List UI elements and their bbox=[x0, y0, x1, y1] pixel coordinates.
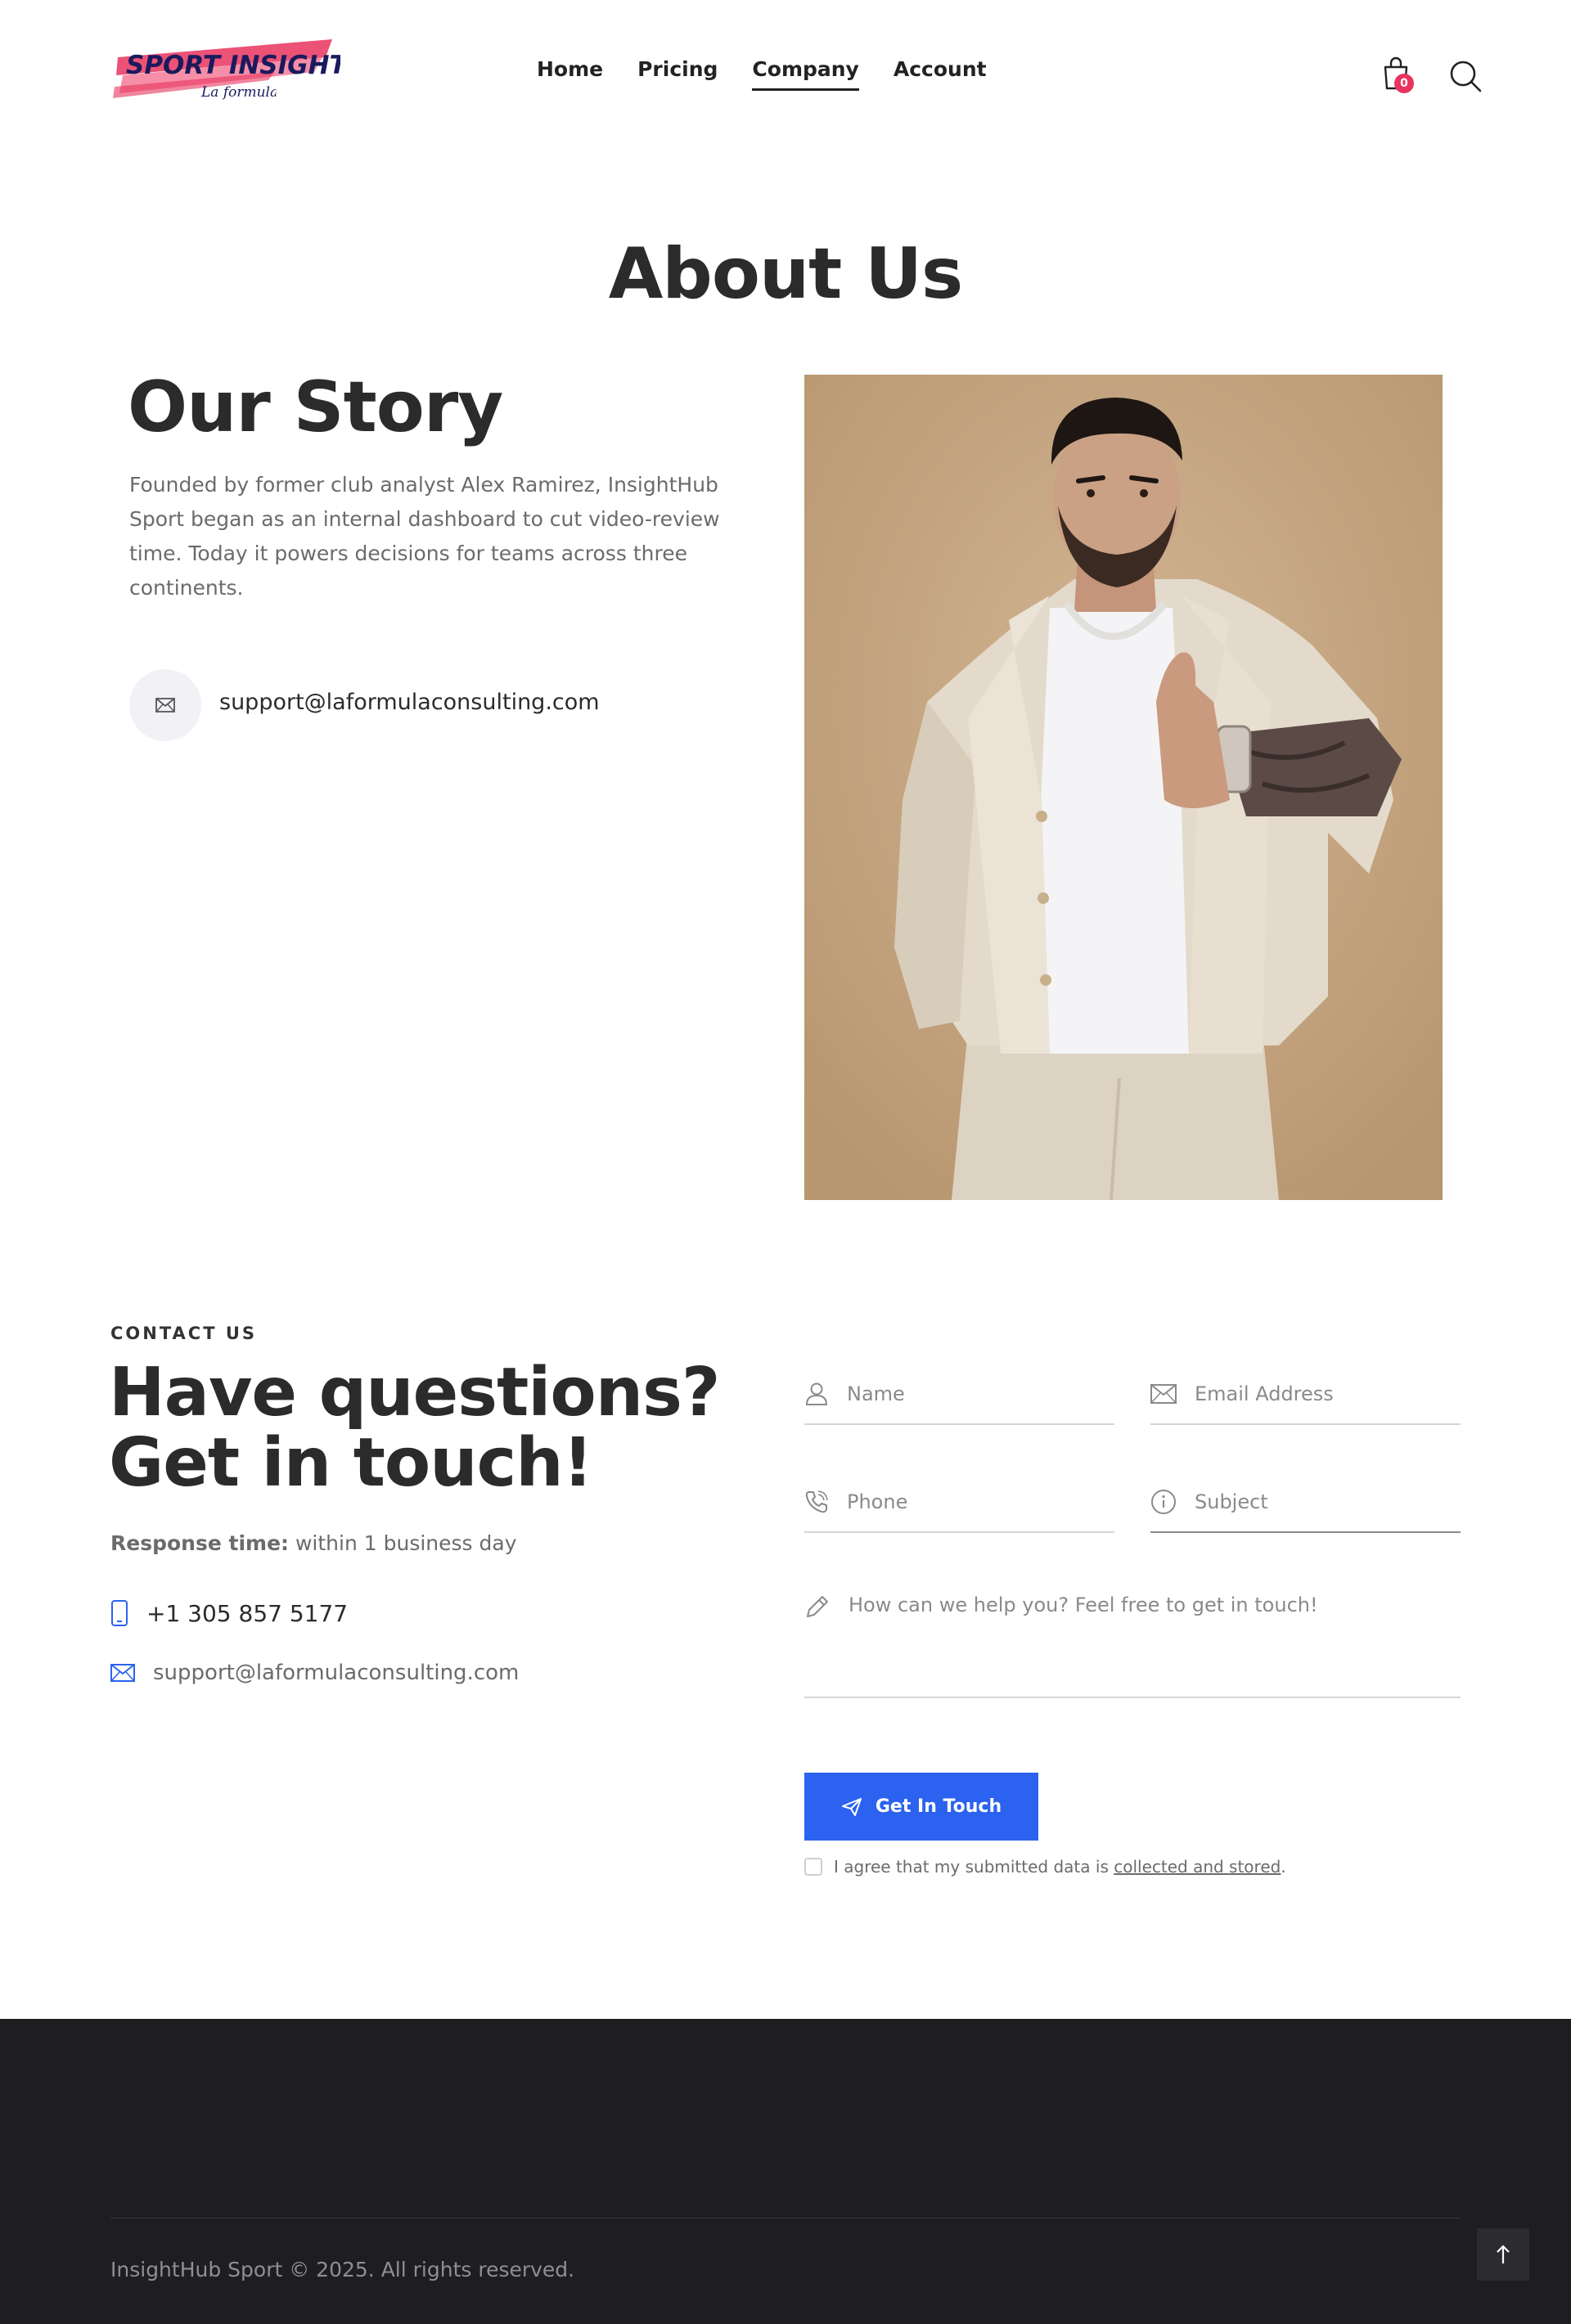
phone-field[interactable]: Phone bbox=[804, 1472, 1114, 1533]
message-field[interactable]: How can we help you? Feel free to get in… bbox=[804, 1579, 1461, 1698]
contact-heading: Have questions? Get in touch! bbox=[109, 1358, 720, 1502]
consent-text-end: . bbox=[1281, 1857, 1286, 1877]
phone-icon bbox=[805, 1490, 828, 1513]
mobile-phone-icon bbox=[111, 1600, 128, 1626]
consent-text: I agree that my submitted data is collec… bbox=[834, 1857, 1286, 1877]
logo-graphic: SPORT INSIGHTS La formula HUB bbox=[113, 39, 365, 101]
site-header: SPORT INSIGHTS La formula HUB Home Prici… bbox=[0, 0, 1571, 147]
arrow-up-icon bbox=[1497, 2245, 1510, 2263]
site-footer: InsightHub Sport © 2025. All rights rese… bbox=[0, 2019, 1571, 2324]
subject-placeholder: Subject bbox=[1195, 1490, 1268, 1513]
contact-heading-line1: Have questions? bbox=[109, 1354, 720, 1432]
logo-tag: HUB bbox=[275, 87, 310, 100]
founder-photo bbox=[804, 375, 1443, 1200]
user-icon bbox=[805, 1382, 828, 1405]
response-time: Response time: within 1 business day bbox=[110, 1531, 517, 1555]
consent-checkbox[interactable] bbox=[804, 1858, 822, 1876]
phone-placeholder: Phone bbox=[847, 1490, 908, 1513]
nav-home[interactable]: Home bbox=[537, 57, 603, 89]
message-placeholder: How can we help you? Feel free to get in… bbox=[849, 1594, 1318, 1616]
response-time-label: Response time: bbox=[110, 1531, 290, 1555]
name-field[interactable]: Name bbox=[804, 1364, 1114, 1425]
consent-row: I agree that my submitted data is collec… bbox=[804, 1857, 1286, 1877]
consent-text-main: I agree that my submitted data is bbox=[834, 1857, 1114, 1877]
story-heading: Our Story bbox=[128, 366, 503, 448]
nav-company[interactable]: Company bbox=[752, 57, 860, 91]
about-email-link[interactable]: support@laformulaconsulting.com bbox=[219, 690, 600, 715]
consent-link[interactable]: collected and stored bbox=[1114, 1857, 1281, 1877]
nav-account[interactable]: Account bbox=[894, 57, 987, 89]
page-title: About Us bbox=[608, 233, 964, 315]
search-icon[interactable] bbox=[1448, 59, 1483, 93]
pencil-icon bbox=[807, 1596, 828, 1617]
contact-eyebrow: CONTACT US bbox=[110, 1324, 258, 1343]
send-icon bbox=[841, 1797, 862, 1816]
envelope-icon bbox=[1150, 1384, 1177, 1404]
logo-subtext: La formula bbox=[200, 84, 278, 101]
contact-phone[interactable]: +1 305 857 5177 bbox=[110, 1599, 348, 1627]
name-placeholder: Name bbox=[847, 1382, 905, 1405]
scroll-to-top-button[interactable] bbox=[1477, 2228, 1529, 2281]
copyright-text: InsightHub Sport © 2025. All rights rese… bbox=[110, 2258, 575, 2281]
cart-count-badge: 0 bbox=[1394, 74, 1414, 93]
info-icon bbox=[1151, 1490, 1176, 1514]
contact-email-text: support@laformulaconsulting.com bbox=[153, 1661, 520, 1685]
site-logo[interactable]: SPORT INSIGHTS La formula HUB bbox=[111, 33, 365, 115]
envelope-icon bbox=[129, 669, 201, 741]
response-time-value: within 1 business day bbox=[289, 1531, 517, 1555]
main-nav: Home Pricing Company Account bbox=[537, 57, 987, 91]
envelope-icon bbox=[110, 1664, 135, 1682]
contact-heading-line2: Get in touch! bbox=[109, 1424, 593, 1502]
get-in-touch-label: Get In Touch bbox=[875, 1796, 1002, 1817]
contact-phone-text: +1 305 857 5177 bbox=[146, 1599, 349, 1627]
email-placeholder: Email Address bbox=[1195, 1382, 1334, 1405]
contact-email[interactable]: support@laformulaconsulting.com bbox=[110, 1661, 519, 1685]
logo-wordmark: SPORT INSIGHTS bbox=[126, 51, 340, 80]
get-in-touch-button[interactable]: Get In Touch bbox=[804, 1773, 1038, 1841]
story-text: Founded by former club analyst Alex Rami… bbox=[129, 473, 720, 600]
subject-field[interactable]: Subject bbox=[1150, 1472, 1461, 1533]
nav-pricing[interactable]: Pricing bbox=[637, 57, 718, 89]
email-field[interactable]: Email Address bbox=[1150, 1364, 1461, 1425]
